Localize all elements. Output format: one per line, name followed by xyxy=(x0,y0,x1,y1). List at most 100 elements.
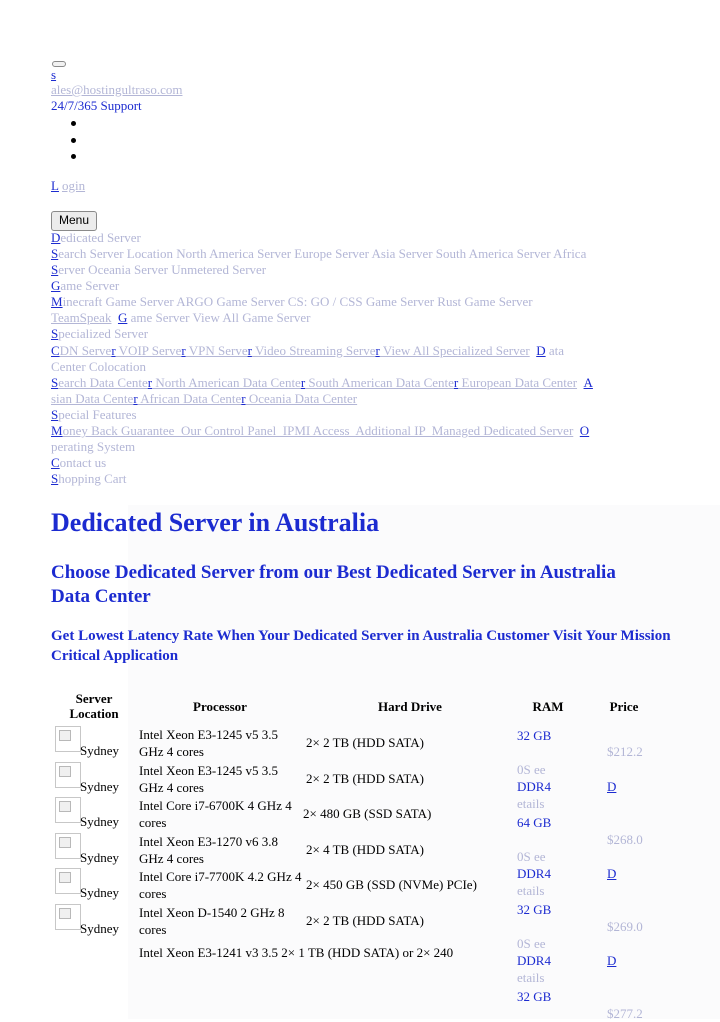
nav-letter[interactable]: G xyxy=(51,278,60,293)
nav-letter[interactable]: A xyxy=(584,375,593,390)
header-ram: RAM xyxy=(532,699,564,714)
nav-label[interactable]: edicated Server xyxy=(60,230,140,245)
nav-locations-list[interactable]: earch Server Location North America Serv… xyxy=(58,246,586,261)
nav-asia-dc-link[interactable]: sian Data Cente xyxy=(51,391,133,406)
nav-special-features[interactable]: Special Features xyxy=(51,407,137,423)
nav-server-locations-2[interactable]: Server Oceania Server Unmetered Server xyxy=(51,262,266,278)
nav-letter[interactable]: D xyxy=(536,343,545,358)
nav-sa-dc-link[interactable]: South American Data Cente xyxy=(305,375,454,390)
see-details-link[interactable]: 0S ee xyxy=(517,848,546,865)
cell-hard-drive: 2× 450 GB (SSD (NVMe) PCIe) xyxy=(306,877,477,892)
page-tagline: Get Lowest Latency Rate When Your Dedica… xyxy=(51,628,671,664)
nav-letter[interactable]: C xyxy=(51,455,60,470)
see-details-link[interactable]: 0S ee xyxy=(517,935,546,952)
nav-teamspeak-link[interactable]: TeamSpeak xyxy=(51,310,111,325)
nav-eu-dc-link[interactable]: European Data Center xyxy=(458,375,578,390)
nav-letter[interactable]: O xyxy=(580,423,589,438)
price-value: $277.2 xyxy=(607,1006,643,1021)
nav-na-dc-link[interactable]: North American Data Cente xyxy=(152,375,300,390)
location-flag-image xyxy=(55,833,81,859)
ram-size: 32 GB xyxy=(517,989,552,1004)
location-flag-image xyxy=(55,726,81,752)
nav-label[interactable]: ame Server xyxy=(60,278,119,293)
nav-voip-link[interactable]: VOIP Serve xyxy=(116,343,182,358)
location-flag-image xyxy=(55,904,81,930)
nav-letter[interactable]: M xyxy=(51,294,63,309)
nav-datacenter-label[interactable]: ata xyxy=(549,343,564,358)
nav-specialized-server[interactable]: Specialized Server xyxy=(51,326,148,342)
ram-size: 64 GB xyxy=(517,815,552,830)
nav-label[interactable]: pecial Features xyxy=(58,407,136,422)
price-value: $268.0 xyxy=(607,832,643,847)
cell-location: Sydney xyxy=(80,743,119,758)
details-link[interactable]: D xyxy=(607,952,616,969)
nav-label[interactable]: hopping Cart xyxy=(58,471,126,486)
nav-letter[interactable]: M xyxy=(51,423,63,438)
nav-game-server[interactable]: Game Server xyxy=(51,278,119,294)
nav-oceania-dc-link[interactable]: Oceania Data Center xyxy=(246,391,357,406)
sales-link-letter[interactable]: s xyxy=(51,67,56,82)
details-link[interactable]: D xyxy=(607,865,616,882)
location-flag-image xyxy=(55,868,81,894)
cell-hard-drive: 2× 4 TB (HDD SATA) xyxy=(306,842,424,857)
see-details-link[interactable]: etails xyxy=(517,795,544,812)
login-text[interactable]: ogin xyxy=(62,178,85,193)
nav-locations-list[interactable]: erver Oceania Server Unmetered Server xyxy=(58,262,266,277)
cell-hard-drive: 2× 2 TB (HDD SATA) xyxy=(306,913,424,928)
details-link[interactable]: D xyxy=(607,778,616,795)
cell-location: Sydney xyxy=(80,921,119,936)
nav-features-list[interactable]: Money Back Guarantee Our Control Panel I… xyxy=(51,423,589,439)
nav-vpn-link[interactable]: VPN Serve xyxy=(186,343,248,358)
nav-africa-dc-link[interactable]: African Data Cente xyxy=(138,391,241,406)
location-flag-image xyxy=(55,797,81,823)
page-title: Dedicated Server in Australia xyxy=(51,508,380,537)
nav-game-links[interactable]: inecraft Game Server ARGO Game Server CS… xyxy=(63,294,533,309)
nav-dedicated-server[interactable]: Dedicated Server xyxy=(51,230,141,246)
cell-location: Sydney xyxy=(80,779,119,794)
nav-letter[interactable]: D xyxy=(51,230,60,245)
support-label: 24/7/365 Support xyxy=(51,98,142,113)
cell-processor: Intel Xeon E3-1245 v5 3.5 GHz 4 cores xyxy=(139,727,279,759)
login-letter[interactable]: L xyxy=(51,178,59,193)
sales-email-link[interactable]: ales@hostingultraso.com xyxy=(51,82,182,97)
nav-game-list[interactable]: Minecraft Game Server ARGO Game Server C… xyxy=(51,294,533,310)
see-details-link[interactable]: 0S ee xyxy=(517,761,546,778)
cell-processor: Intel Core i7-6700K 4 GHz 4 cores xyxy=(139,798,292,830)
header-price: Price xyxy=(609,699,639,714)
login-link[interactable]: Login xyxy=(51,178,85,193)
nav-datacenter-list-2[interactable]: sian Data Center African Data Center Oce… xyxy=(51,391,357,407)
nav-operating-system[interactable]: perating System xyxy=(51,439,135,455)
see-details-link[interactable]: etails xyxy=(517,969,544,986)
nav-game-list-2[interactable]: TeamSpeak G ame Server View All Game Ser… xyxy=(51,310,310,326)
nav-shopping-cart[interactable]: Shopping Cart xyxy=(51,471,126,487)
ram-type: DDR4 xyxy=(517,953,551,968)
cell-hard-drive: 2× 2 TB (HDD SATA) xyxy=(306,735,424,750)
page-subtitle: Choose Dedicated Server from our Best De… xyxy=(51,562,616,607)
nav-letter[interactable]: C xyxy=(51,343,60,358)
social-bullet xyxy=(71,138,76,143)
cell-hard-drive: 2× 2 TB (HDD SATA) xyxy=(306,771,424,786)
nav-letter[interactable]: G xyxy=(118,310,127,325)
nav-label[interactable]: pecialized Server xyxy=(58,326,148,341)
nav-label[interactable]: ontact us xyxy=(60,455,107,470)
nav-server-locations[interactable]: Search Server Location North America Ser… xyxy=(51,246,586,262)
nav-cdn-link[interactable]: DN Serve xyxy=(60,343,112,358)
cell-location: Sydney xyxy=(80,885,119,900)
nav-video-link[interactable]: Video Streaming Serve xyxy=(252,343,376,358)
cell-location: Sydney xyxy=(80,814,119,829)
nav-colocation[interactable]: Center Colocation xyxy=(51,359,146,375)
menu-button[interactable]: Menu xyxy=(51,211,97,231)
header-hard-drive: Hard Drive xyxy=(378,699,442,714)
ram-type: DDR4 xyxy=(517,866,551,881)
nav-datacenter-list[interactable]: Search Data Center North American Data C… xyxy=(51,375,593,391)
nav-contact-us[interactable]: Contact us xyxy=(51,455,106,471)
nav-game-links[interactable]: ame Server View All Game Server xyxy=(131,310,311,325)
price-value: $212.2 xyxy=(607,744,643,759)
cell-location: Sydney xyxy=(80,850,119,865)
nav-features-links[interactable]: oney Back Guarantee Our Control Panel IP… xyxy=(63,423,574,438)
nav-specialized-list[interactable]: CDN Server VOIP Server VPN Server Video … xyxy=(51,343,564,359)
cell-hard-drive: 2× 480 GB (SSD SATA) xyxy=(303,806,432,821)
nav-search-dc-link[interactable]: earch Data Cente xyxy=(58,375,148,390)
nav-view-all-specialized-link[interactable]: View All Specialized Server xyxy=(380,343,530,358)
see-details-link[interactable]: etails xyxy=(517,882,544,899)
